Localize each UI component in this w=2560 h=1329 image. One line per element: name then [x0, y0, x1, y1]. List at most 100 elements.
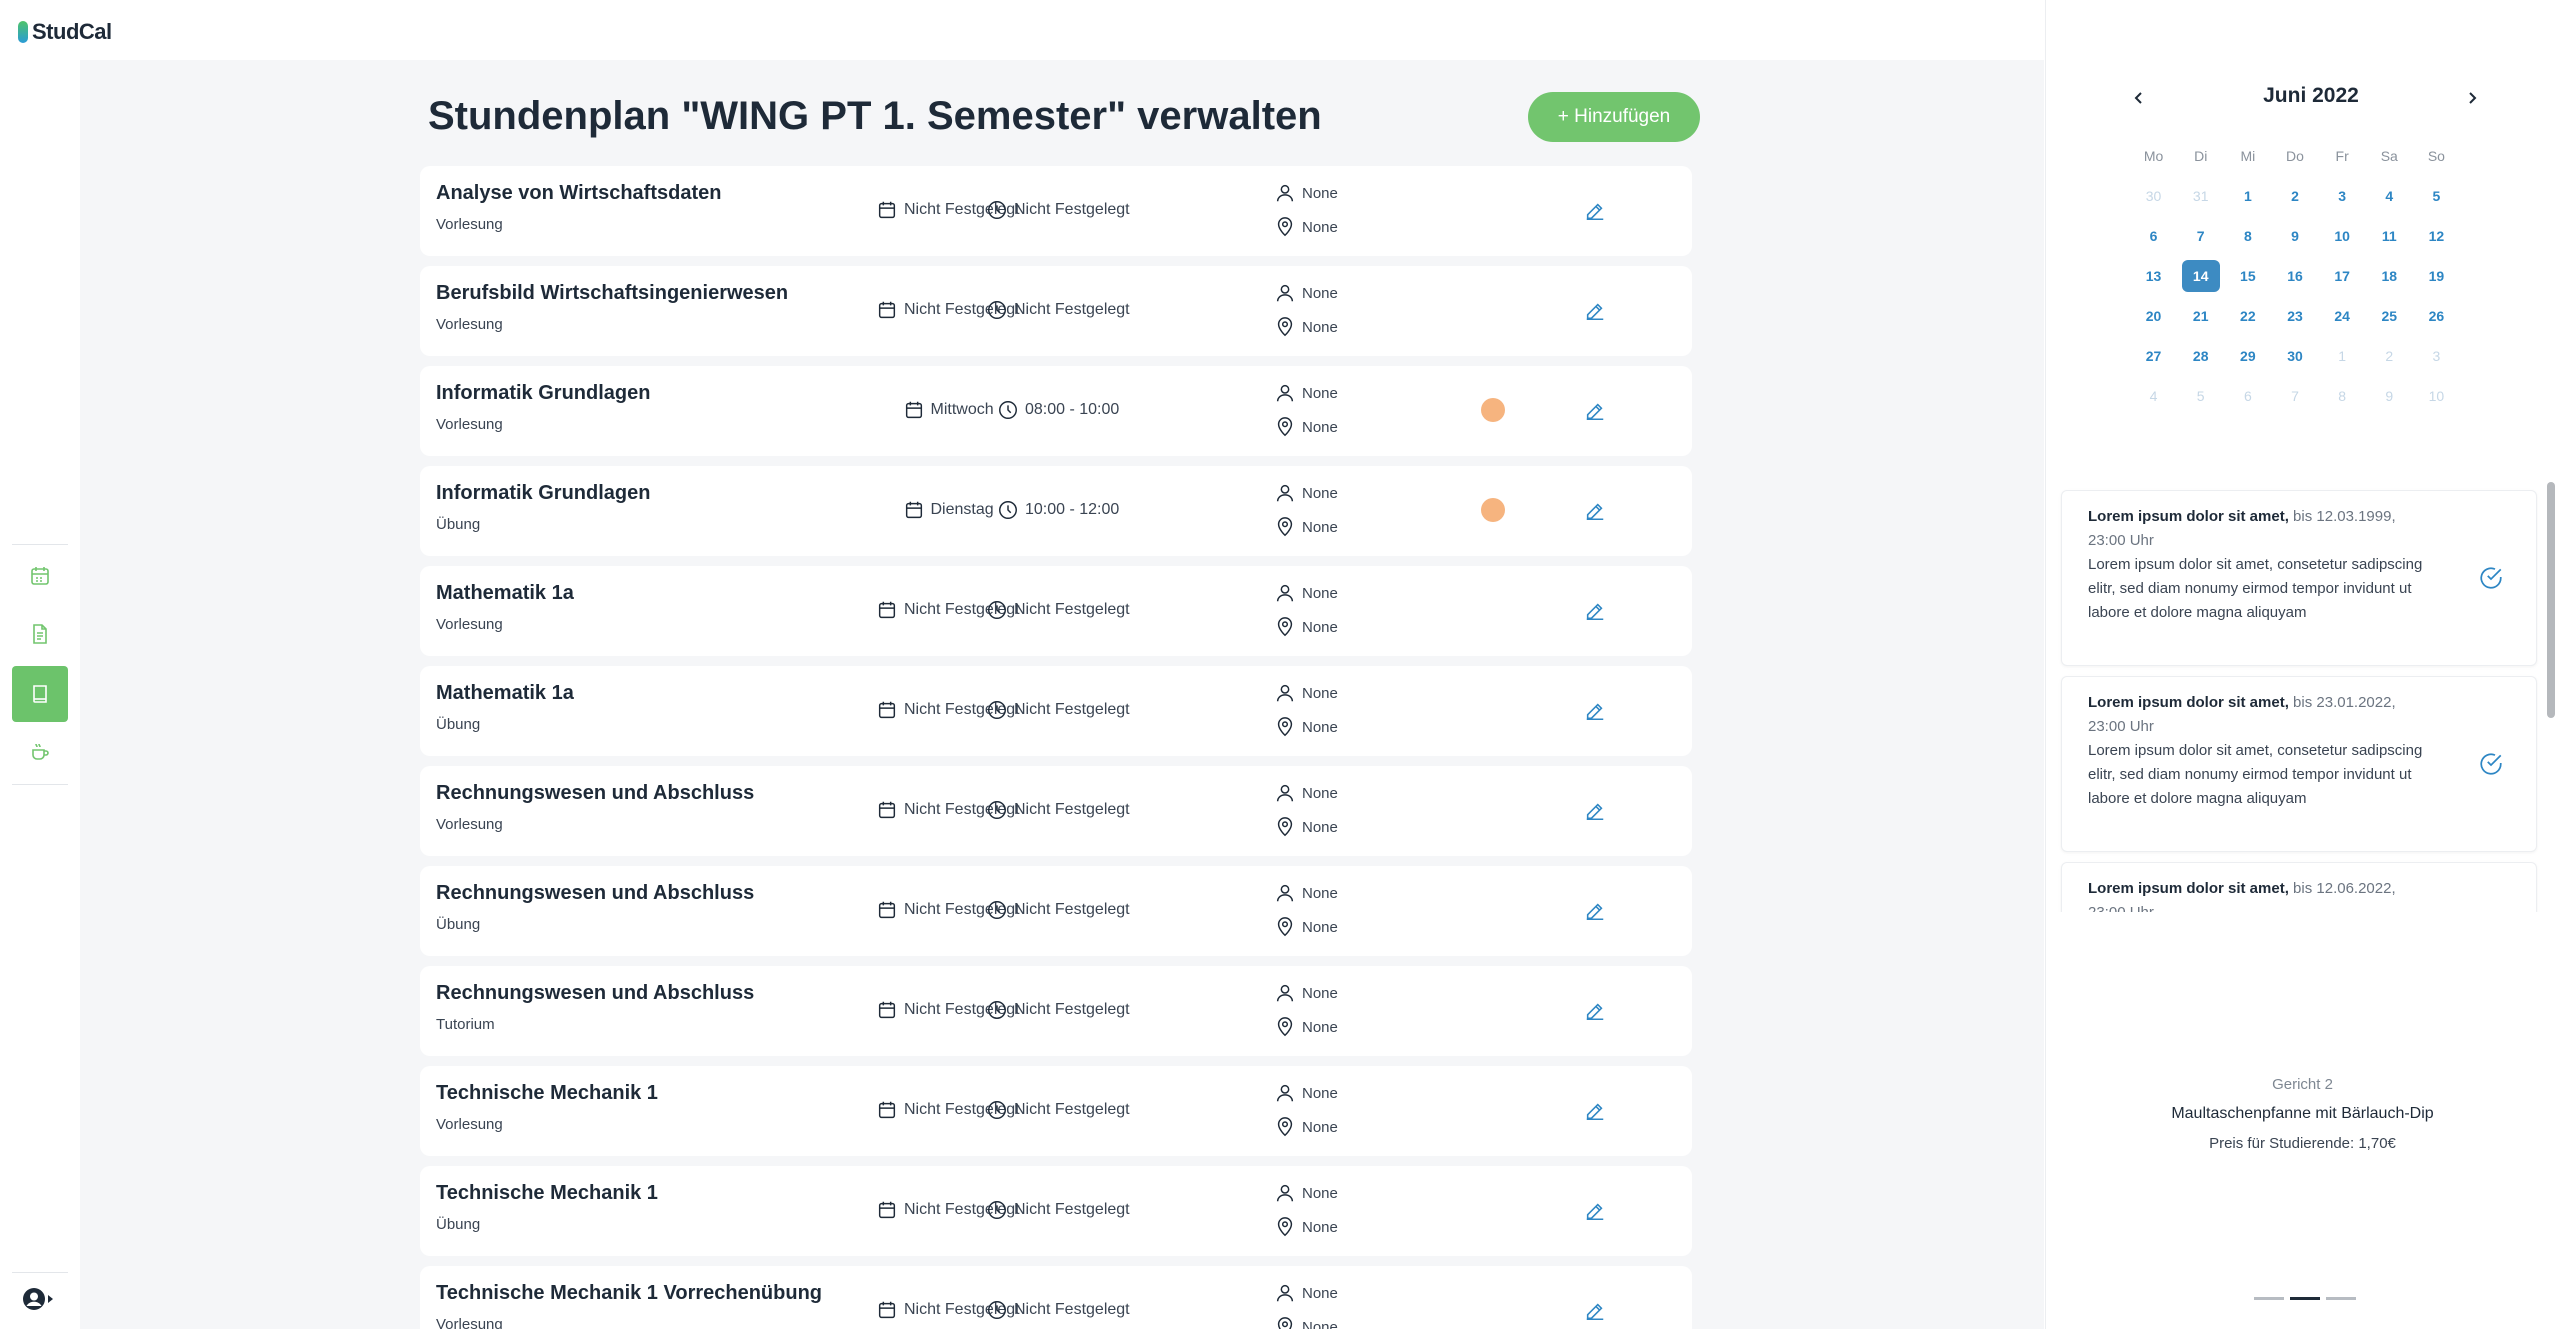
profile-menu[interactable]	[22, 1285, 62, 1313]
calendar-day[interactable]: 1	[2319, 340, 2366, 372]
sidebar-item-timetable[interactable]	[12, 666, 68, 722]
calendar-day[interactable]: 8	[2224, 220, 2271, 252]
calendar-day[interactable]: 13	[2130, 260, 2177, 292]
calendar-day[interactable]: 9	[2366, 380, 2413, 412]
calendar-day[interactable]: 19	[2413, 260, 2460, 292]
course-time-label: Nicht Festgelegt	[1014, 301, 1130, 318]
edit-course-button[interactable]	[1583, 499, 1607, 523]
sidebar-item-documents[interactable]	[12, 606, 68, 662]
calendar-day[interactable]: 24	[2319, 300, 2366, 332]
calendar-day[interactable]: 28	[2177, 340, 2224, 372]
calendar-day[interactable]: 21	[2177, 300, 2224, 332]
calendar-day[interactable]: 12	[2413, 220, 2460, 252]
calendar-day[interactable]: 26	[2413, 300, 2460, 332]
edit-course-button[interactable]	[1583, 599, 1607, 623]
calendar-day[interactable]: 2	[2366, 340, 2413, 372]
calendar-day[interactable]: 20	[2130, 300, 2177, 332]
calendar-day[interactable]: 10	[2413, 380, 2460, 412]
calendar-day[interactable]: 2	[2271, 180, 2318, 212]
edit-course-button[interactable]	[1583, 399, 1607, 423]
meal-price: Preis für Studierende: 1,70€	[2209, 1135, 2396, 1152]
calendar-day[interactable]: 31	[2177, 180, 2224, 212]
edit-course-button[interactable]	[1583, 1299, 1607, 1323]
calendar-day[interactable]: 27	[2130, 340, 2177, 372]
calendar-day[interactable]: 6	[2224, 380, 2271, 412]
course-room-label: None	[1302, 918, 1338, 936]
calendar-day[interactable]: 7	[2177, 220, 2224, 252]
calendar-day[interactable]: 5	[2177, 380, 2224, 412]
carousel-indicator[interactable]	[2254, 1297, 2284, 1300]
location-pin-icon	[1274, 216, 1296, 238]
calendar-day-number: 21	[2192, 308, 2209, 324]
calendar-day[interactable]: 9	[2271, 220, 2318, 252]
calendar-day[interactable]: 7	[2271, 380, 2318, 412]
sidebar-item-mensa[interactable]	[12, 724, 68, 780]
course-room: None	[1274, 216, 1338, 238]
clock-icon	[986, 199, 1008, 221]
course-time: Nicht Festgelegt	[986, 898, 1130, 922]
calendar-day[interactable]: 15	[2224, 260, 2271, 292]
calendar-prev-month-button[interactable]	[2127, 86, 2151, 110]
course-list: Analyse von Wirtschaftsdaten Vorlesung N…	[420, 166, 1692, 1329]
app-logo[interactable]: StudCal	[18, 18, 112, 46]
edit-course-button[interactable]	[1583, 1199, 1607, 1223]
course-color-dot	[1481, 498, 1505, 522]
calendar-week: 27 28 29 30 1 2 3	[2130, 336, 2460, 376]
calendar-day[interactable]: 1	[2224, 180, 2271, 212]
todo-title: Lorem ipsum dolor sit amet,	[2088, 694, 2289, 711]
todo-scrollbar[interactable]	[2547, 482, 2555, 718]
todo-card[interactable]: Lorem ipsum dolor sit amet, bis 12.06.20…	[2061, 862, 2537, 912]
calendar-day[interactable]: 6	[2130, 220, 2177, 252]
carousel-indicator[interactable]	[2326, 1297, 2356, 1300]
todo-complete-button[interactable]	[2478, 565, 2504, 591]
calendar-day[interactable]: 17	[2319, 260, 2366, 292]
edit-course-button[interactable]	[1583, 799, 1607, 823]
todo-card[interactable]: Lorem ipsum dolor sit amet, bis 12.03.19…	[2061, 490, 2537, 666]
course-room: None	[1274, 316, 1338, 338]
edit-course-button[interactable]	[1583, 199, 1607, 223]
course-type: Tutorium	[436, 1016, 495, 1033]
calendar-day[interactable]: 11	[2366, 220, 2413, 252]
todo-card[interactable]: Lorem ipsum dolor sit amet, bis 23.01.20…	[2061, 676, 2537, 852]
calendar-weekday: Mo	[2143, 148, 2164, 164]
edit-course-button[interactable]	[1583, 899, 1607, 923]
add-course-button[interactable]: + Hinzufügen	[1528, 92, 1700, 142]
calendar-day[interactable]: 10	[2319, 220, 2366, 252]
course-name: Berufsbild Wirtschaftsingenierwesen	[436, 282, 789, 304]
calendar-day[interactable]: 8	[2319, 380, 2366, 412]
calendar-day[interactable]: 14	[2177, 260, 2224, 292]
edit-course-button[interactable]	[1583, 1099, 1607, 1123]
location-pin-icon	[1274, 616, 1296, 638]
edit-course-button[interactable]	[1583, 999, 1607, 1023]
calendar-day[interactable]: 16	[2271, 260, 2318, 292]
book-icon	[28, 682, 52, 706]
calendar-day-number: 6	[2149, 228, 2158, 244]
sidebar-item-calendar[interactable]	[12, 548, 68, 604]
calendar-icon	[28, 564, 52, 588]
calendar-next-month-button[interactable]	[2460, 86, 2484, 110]
calendar-day[interactable]: 5	[2413, 180, 2460, 212]
calendar-day[interactable]: 25	[2366, 300, 2413, 332]
carousel-indicator[interactable]	[2290, 1297, 2320, 1300]
course-time: Nicht Festgelegt	[986, 1298, 1130, 1322]
calendar-day[interactable]: 30	[2271, 340, 2318, 372]
clock-icon	[997, 399, 1019, 421]
user-circle-icon	[22, 1287, 46, 1311]
calendar-day[interactable]: 22	[2224, 300, 2271, 332]
calendar-day[interactable]: 23	[2271, 300, 2318, 332]
edit-course-button[interactable]	[1583, 699, 1607, 723]
calendar-day[interactable]: 18	[2366, 260, 2413, 292]
calendar-day[interactable]: 3	[2413, 340, 2460, 372]
edit-course-button[interactable]	[1583, 299, 1607, 323]
calendar-day[interactable]: 4	[2130, 380, 2177, 412]
calendar-day[interactable]: 4	[2366, 180, 2413, 212]
todo-complete-button[interactable]	[2478, 751, 2504, 777]
location-pin-icon	[1274, 316, 1296, 338]
calendar-day[interactable]: 29	[2224, 340, 2271, 372]
person-icon	[1274, 1182, 1296, 1204]
calendar-day[interactable]: 3	[2319, 180, 2366, 212]
location-pin-icon	[1274, 816, 1296, 838]
calendar-day[interactable]: 30	[2130, 180, 2177, 212]
course-lecturer: None	[1274, 382, 1338, 404]
sidebar-divider	[12, 1272, 68, 1273]
